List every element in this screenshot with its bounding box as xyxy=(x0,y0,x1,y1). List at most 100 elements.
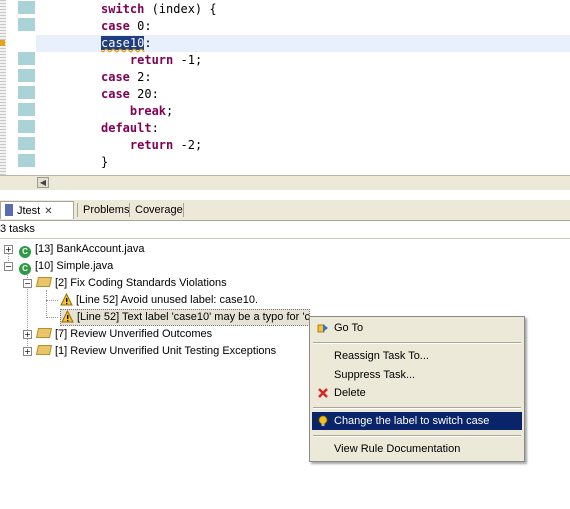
warning-marker xyxy=(0,40,5,46)
code-editor[interactable]: switch (index) { case 0: case10: return … xyxy=(0,0,570,178)
code-line[interactable]: case 2: xyxy=(101,69,152,86)
menu-item-label: Reassign Task To... xyxy=(334,350,429,362)
expand-icon[interactable]: + xyxy=(23,347,32,356)
selected-label[interactable]: case10 xyxy=(101,36,145,50)
tree-item-review-exceptions[interactable]: [1] Review Unverified Unit Testing Excep… xyxy=(35,343,276,360)
folder-icon xyxy=(35,277,53,287)
collapse-icon[interactable]: − xyxy=(23,279,32,288)
annotation-marker xyxy=(18,120,35,133)
code-keyword: default xyxy=(101,121,152,135)
tree-item-label: [2] Fix Coding Standards Violations xyxy=(55,277,227,289)
tab-label: Jtest xyxy=(17,205,41,217)
tab-divider xyxy=(77,203,78,217)
annotation-marker xyxy=(18,52,35,65)
tab-label: Coverage xyxy=(135,204,183,216)
code-text: -1; xyxy=(173,53,203,67)
code-line[interactable]: case 20: xyxy=(101,86,159,103)
jtest-icon xyxy=(5,204,13,216)
code-text: : xyxy=(151,121,159,135)
tree-item-simple[interactable]: C [10] Simple.java xyxy=(19,258,113,275)
code-keyword: case xyxy=(101,19,130,33)
code-line[interactable]: break; xyxy=(101,103,173,120)
tab-coverage[interactable]: Coverage xyxy=(131,201,187,219)
code-text: ; xyxy=(166,104,174,118)
menu-item-change-label[interactable]: Change the label to switch case xyxy=(312,412,522,430)
code-keyword: return xyxy=(129,53,174,67)
delete-icon xyxy=(317,387,329,399)
folder-icon xyxy=(35,328,53,338)
code-keyword: case xyxy=(101,70,130,84)
editor-horizontal-scrollbar[interactable]: ◀ xyxy=(0,175,570,190)
code-line[interactable]: } xyxy=(101,154,108,171)
annotation-marker xyxy=(18,154,35,167)
tab-divider xyxy=(183,203,184,217)
menu-item-label: Suppress Task... xyxy=(334,369,416,381)
menu-separator xyxy=(313,435,521,437)
tree-item-label: [Line 52] Text label 'case10' may be a t… xyxy=(77,311,310,323)
tree-item-typo-label[interactable]: [Line 52] Text label 'case10' may be a t… xyxy=(60,309,310,326)
java-class-icon: C xyxy=(19,263,31,275)
menu-separator xyxy=(313,407,521,409)
menu-item-view-rule-docs[interactable]: View Rule Documentation xyxy=(312,440,522,458)
code-line[interactable]: default: xyxy=(101,120,159,137)
tree-guide xyxy=(46,290,47,318)
expand-icon[interactable]: + xyxy=(23,330,32,339)
tree-item-review-outcomes[interactable]: [7] Review Unverified Outcomes xyxy=(35,326,213,343)
tree-guide xyxy=(46,317,58,318)
task-count: 3 tasks xyxy=(0,223,35,235)
close-icon[interactable]: ✕ xyxy=(44,203,52,221)
code-text: (index) { xyxy=(144,2,217,16)
code-line[interactable]: case10: xyxy=(101,35,152,52)
code-text: 2: xyxy=(129,70,152,84)
expand-icon[interactable]: + xyxy=(4,245,13,254)
annotation-marker xyxy=(18,103,35,116)
code-keyword: break xyxy=(129,104,167,118)
menu-item-label: View Rule Documentation xyxy=(334,443,461,455)
menu-item-label: Delete xyxy=(334,387,366,399)
code-line[interactable]: case 0: xyxy=(101,18,152,35)
menu-item-suppress[interactable]: Suppress Task... xyxy=(312,366,522,384)
tab-jtest[interactable]: Jtest ✕ xyxy=(0,201,74,219)
annotation-marker xyxy=(18,137,35,150)
tab-problems[interactable]: Problems xyxy=(79,201,133,219)
code-line[interactable]: switch (index) { xyxy=(101,1,217,18)
menu-item-reassign[interactable]: Reassign Task To... xyxy=(312,347,522,365)
tab-label: Problems xyxy=(83,204,130,216)
tree-item-label: [10] Simple.java xyxy=(35,260,114,272)
code-line[interactable]: return -1; xyxy=(101,52,202,69)
code-text: 20: xyxy=(129,87,159,101)
tree-item-bankaccount[interactable]: C [13] BankAccount.java xyxy=(19,241,144,258)
annotation-marker xyxy=(18,86,35,99)
scroll-left-arrow-icon[interactable]: ◀ xyxy=(37,177,49,188)
menu-separator xyxy=(313,342,521,344)
quick-fix-bulb-icon xyxy=(317,415,329,427)
context-menu: Go To Reassign Task To... Suppress Task.… xyxy=(309,316,525,462)
warning-task-icon xyxy=(60,292,73,306)
tree-guide xyxy=(46,300,58,301)
code-text: : xyxy=(144,36,152,50)
menu-item-go-to[interactable]: Go To xyxy=(312,319,522,337)
view-tab-bar: Jtest ✕ Problems Coverage xyxy=(0,200,570,221)
tree-item-label: [7] Review Unverified Outcomes xyxy=(55,328,213,340)
annotation-marker xyxy=(18,69,35,82)
code-text: 0: xyxy=(129,19,152,33)
tree-item-label: [Line 52] Avoid unused label: case10. xyxy=(76,294,259,306)
tab-divider xyxy=(129,203,130,217)
warning-task-icon xyxy=(61,310,74,323)
code-keyword: switch xyxy=(101,2,145,16)
java-class-icon: C xyxy=(19,246,31,258)
code-text: } xyxy=(101,155,109,169)
divider xyxy=(0,238,570,239)
annotation-marker xyxy=(18,18,35,31)
code-keyword: return xyxy=(129,138,174,152)
tree-item-unused-label[interactable]: [Line 52] Avoid unused label: case10. xyxy=(60,292,258,309)
code-line[interactable]: return -2; xyxy=(101,137,202,154)
menu-item-delete[interactable]: Delete xyxy=(312,384,522,402)
tree-item-label: [13] BankAccount.java xyxy=(35,243,145,255)
tree-item-fix-coding-standards[interactable]: [2] Fix Coding Standards Violations xyxy=(35,275,227,292)
collapse-icon[interactable]: − xyxy=(4,262,13,271)
menu-item-label: Change the label to switch case xyxy=(334,415,490,427)
annotation-marker xyxy=(18,1,35,14)
menu-item-label: Go To xyxy=(334,322,364,334)
code-keyword: case xyxy=(101,87,130,101)
